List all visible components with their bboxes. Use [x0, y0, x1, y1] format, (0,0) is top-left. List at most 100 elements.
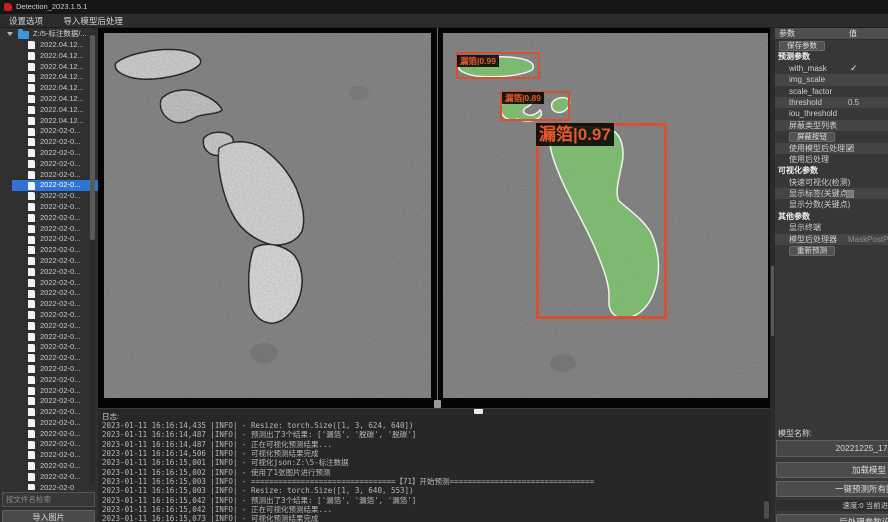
- tree-item[interactable]: 2022-02-0...: [12, 278, 98, 289]
- postprocess-settings-button[interactable]: 后处理参数设置: [776, 514, 888, 522]
- tree-item[interactable]: 2022-02-0...: [12, 256, 98, 267]
- tree-item[interactable]: 2022-02-0...: [12, 180, 98, 191]
- import-images-button[interactable]: 导入图片: [2, 510, 95, 522]
- tree-item[interactable]: 2022.04.12...: [12, 94, 98, 105]
- tree-item-label: 2022.04.12...: [40, 116, 84, 127]
- file-icon: [28, 300, 35, 308]
- tree-item[interactable]: 2022-02-0...: [12, 267, 98, 278]
- detection-label-2: 漏箔|0.89: [502, 92, 544, 104]
- tree-item[interactable]: 2022-02-0...: [12, 224, 98, 235]
- tree-item[interactable]: 2022-02-0: [12, 483, 98, 490]
- original-image-panel[interactable]: [104, 33, 431, 398]
- filename-search-input[interactable]: 按文件名检索: [2, 492, 95, 507]
- tree-item[interactable]: 2022-02-0...: [12, 375, 98, 386]
- param-value[interactable]: MaskPostPro: [848, 234, 888, 245]
- file-icon: [28, 74, 35, 82]
- param-label: 显示标签(关键点): [775, 189, 850, 198]
- file-icon: [28, 41, 35, 49]
- tree-item[interactable]: 2022-02-0...: [12, 170, 98, 181]
- file-icon: [28, 397, 35, 405]
- file-icon: [28, 279, 35, 287]
- image-splitter-handle[interactable]: [434, 400, 441, 408]
- file-icon: [28, 290, 35, 298]
- tree-root-label: Z:/5-标注数据/...: [33, 28, 87, 40]
- prediction-image-panel[interactable]: 漏箔|0.99 漏箔|0.89 漏箔|0.97: [443, 33, 768, 398]
- log-splitter-handle[interactable]: [474, 408, 483, 414]
- tree-item[interactable]: 2022.04.12...: [12, 40, 98, 51]
- right-panel-scrollbar-thumb[interactable]: [771, 266, 774, 336]
- param-row: 使用模型后处理✓: [775, 143, 888, 154]
- tree-item[interactable]: 2022-02-0...: [12, 396, 98, 407]
- tree-item[interactable]: 2022-02-0...: [12, 418, 98, 429]
- tree-item[interactable]: 2022-02-0...: [12, 450, 98, 461]
- tree-item[interactable]: 2022-02-0...: [12, 137, 98, 148]
- tree-item[interactable]: 2022.04.12...: [12, 62, 98, 73]
- image-splitter[interactable]: [437, 28, 438, 408]
- tree-item[interactable]: 2022-02-0...: [12, 332, 98, 343]
- tree-item[interactable]: 2022-02-0...: [12, 234, 98, 245]
- tree-item[interactable]: 2022-02-0...: [12, 364, 98, 375]
- file-icon: [28, 52, 35, 60]
- predict-all-button[interactable]: 一键预测所有图片: [776, 481, 888, 497]
- param-label: scale_factor: [775, 87, 832, 96]
- tree-item[interactable]: 2022.04.12...: [12, 51, 98, 62]
- params-panel: 参数 值 保存参数预测参数with_mask✓img_scalescale_fa…: [775, 28, 888, 522]
- tree-item[interactable]: 2022-02-0...: [12, 429, 98, 440]
- tree-item-label: 2022-02-0...: [40, 213, 80, 224]
- detection-label-3: 漏箔|0.97: [536, 123, 614, 146]
- checkbox-checked[interactable]: ✓: [846, 144, 854, 152]
- check-icon[interactable]: ✓: [850, 64, 857, 71]
- tree-item[interactable]: 2022-02-0...: [12, 299, 98, 310]
- tree-item[interactable]: 2022.04.12...: [12, 105, 98, 116]
- param-label: iou_threshold: [775, 109, 837, 118]
- tree-item[interactable]: 2022.04.12...: [12, 116, 98, 127]
- checkbox-unchecked[interactable]: [846, 190, 854, 198]
- tree-item-label: 2022-02-0...: [40, 159, 80, 170]
- model-name-field[interactable]: 20221225_174813: [776, 440, 888, 457]
- chevron-down-icon[interactable]: [7, 32, 13, 36]
- tree-item[interactable]: 2022-02-0...: [12, 245, 98, 256]
- tree-item[interactable]: 2022-02-0...: [12, 202, 98, 213]
- file-icon: [28, 106, 35, 114]
- tree-item[interactable]: 2022-02-0...: [12, 148, 98, 159]
- tree-item[interactable]: 2022-02-0...: [12, 310, 98, 321]
- tree-item[interactable]: 2022-02-0...: [12, 213, 98, 224]
- file-icon: [28, 225, 35, 233]
- model-name-label: 模型名称:: [778, 428, 812, 439]
- mask-types-button[interactable]: 屏蔽按钮: [789, 132, 835, 142]
- tree-item[interactable]: 2022-02-0...: [12, 191, 98, 202]
- tree-item[interactable]: 2022-02-0...: [12, 461, 98, 472]
- tree-item[interactable]: 2022-02-0...: [12, 126, 98, 137]
- param-row: 显示标签(关键点): [775, 188, 888, 199]
- tree-item[interactable]: 2022-02-0...: [12, 321, 98, 332]
- tree-root-folder[interactable]: Z:/5-标注数据/...: [0, 28, 98, 40]
- load-model-button[interactable]: 加载模型: [776, 462, 888, 478]
- tree-item[interactable]: 2022.04.12...: [12, 72, 98, 83]
- tree-item[interactable]: 2022-02-0...: [12, 159, 98, 170]
- tree-item[interactable]: 2022-02-0...: [12, 407, 98, 418]
- tree-scrollbar-thumb[interactable]: [90, 35, 95, 240]
- param-row: 保存参数: [775, 40, 888, 51]
- file-icon: [28, 462, 35, 470]
- tree-item[interactable]: 2022-02-0...: [12, 342, 98, 353]
- tree-item[interactable]: 2022-02-0...: [12, 353, 98, 364]
- tree-item-label: 2022-02-0...: [40, 472, 80, 483]
- param-value[interactable]: 0.5: [848, 97, 859, 108]
- menu-item-import-postprocess[interactable]: 导入模型后处理: [54, 14, 132, 28]
- log-lines: 2023-01-11 16:16:14,435 |INFO| - Resize:…: [102, 421, 767, 522]
- save-params-button[interactable]: 保存参数: [779, 41, 825, 51]
- menu-item-settings[interactable]: 设置选项: [0, 14, 52, 28]
- tree-item[interactable]: 2022-02-0...: [12, 386, 98, 397]
- file-icon: [28, 419, 35, 427]
- tree-item[interactable]: 2022.04.12...: [12, 83, 98, 94]
- tree-scrollbar[interactable]: [90, 33, 95, 483]
- tree-item[interactable]: 2022-02-0...: [12, 288, 98, 299]
- tree-item-label: 2022-02-0...: [40, 126, 80, 137]
- tree-item[interactable]: 2022-02-0...: [12, 439, 98, 450]
- params-column-header: 参数: [779, 28, 795, 40]
- param-label: img_scale: [775, 75, 825, 84]
- tree-item[interactable]: 2022-02-0...: [12, 472, 98, 483]
- log-scrollbar-thumb[interactable]: [764, 501, 769, 519]
- param-label: 快速可视化(检测): [775, 178, 850, 187]
- re-predict-button[interactable]: 重新预测: [789, 246, 835, 256]
